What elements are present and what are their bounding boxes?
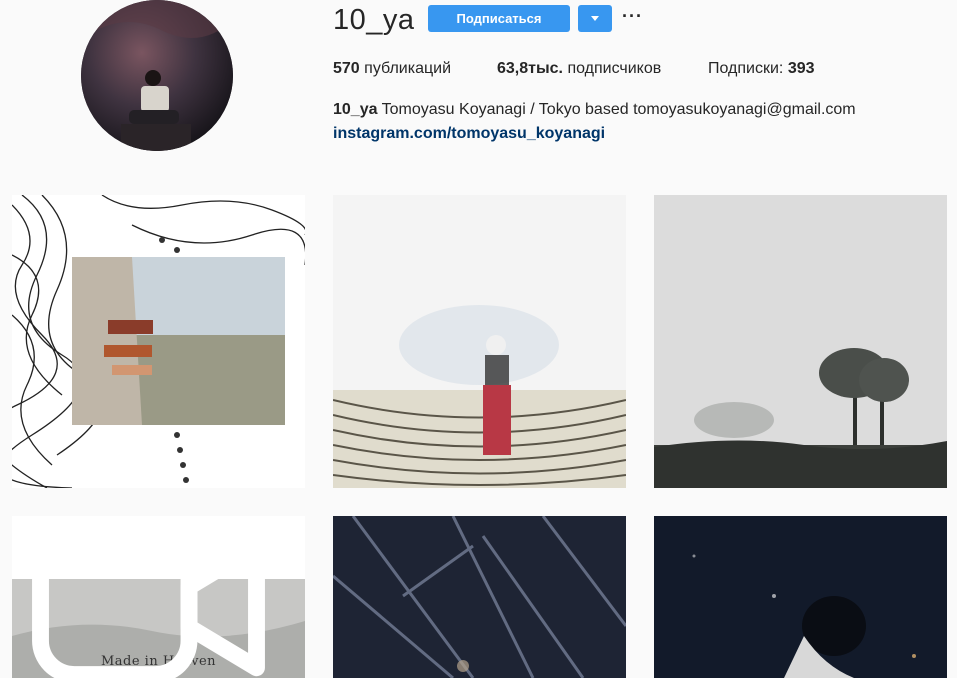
followers-stat[interactable]: 63,8тыс. подписчиков xyxy=(497,59,661,79)
following-label: Подписки: xyxy=(708,60,784,77)
post-image xyxy=(654,195,947,488)
follow-button[interactable]: Подписаться xyxy=(428,5,570,32)
bio-name: 10_ya xyxy=(333,101,378,118)
posts-count: 570 xyxy=(333,60,360,77)
profile-avatar[interactable] xyxy=(81,0,233,151)
post-thumbnail-2[interactable] xyxy=(333,195,626,488)
following-stat[interactable]: Подписки: 393 xyxy=(708,59,815,79)
suggestions-dropdown-button[interactable] xyxy=(578,5,612,32)
following-count: 393 xyxy=(787,60,815,77)
post-thumbnail-6[interactable] xyxy=(654,516,947,678)
post-image xyxy=(12,195,305,488)
avatar-photo xyxy=(81,0,233,151)
post-image xyxy=(333,516,626,678)
posts-label: публикаций xyxy=(364,60,452,77)
post-thumbnail-1[interactable] xyxy=(12,195,305,488)
followers-label: подписчиков xyxy=(567,60,662,77)
followers-count: 63,8тыс. xyxy=(497,60,563,77)
chevron-down-icon xyxy=(591,16,599,21)
post-image xyxy=(654,516,947,678)
posts-count-stat: 570 публикаций xyxy=(333,59,451,79)
profile-username: 10_ya xyxy=(333,4,415,36)
post-image xyxy=(333,195,626,488)
bio-text: Tomoyasu Koyanagi / Tokyo based tomoyasu… xyxy=(381,101,856,118)
ellipsis-icon[interactable]: ··· xyxy=(622,6,643,26)
profile-bio: 10_ya Tomoyasu Koyanagi / Tokyo based to… xyxy=(333,99,856,121)
video-camera-icon xyxy=(32,531,265,678)
profile-external-link[interactable]: instagram.com/tomoyasu_koyanagi xyxy=(333,123,605,145)
post-thumbnail-3[interactable] xyxy=(654,195,947,488)
post-thumbnail-5[interactable] xyxy=(333,516,626,678)
post-thumbnail-4[interactable]: Made in Heaven xyxy=(12,516,305,678)
